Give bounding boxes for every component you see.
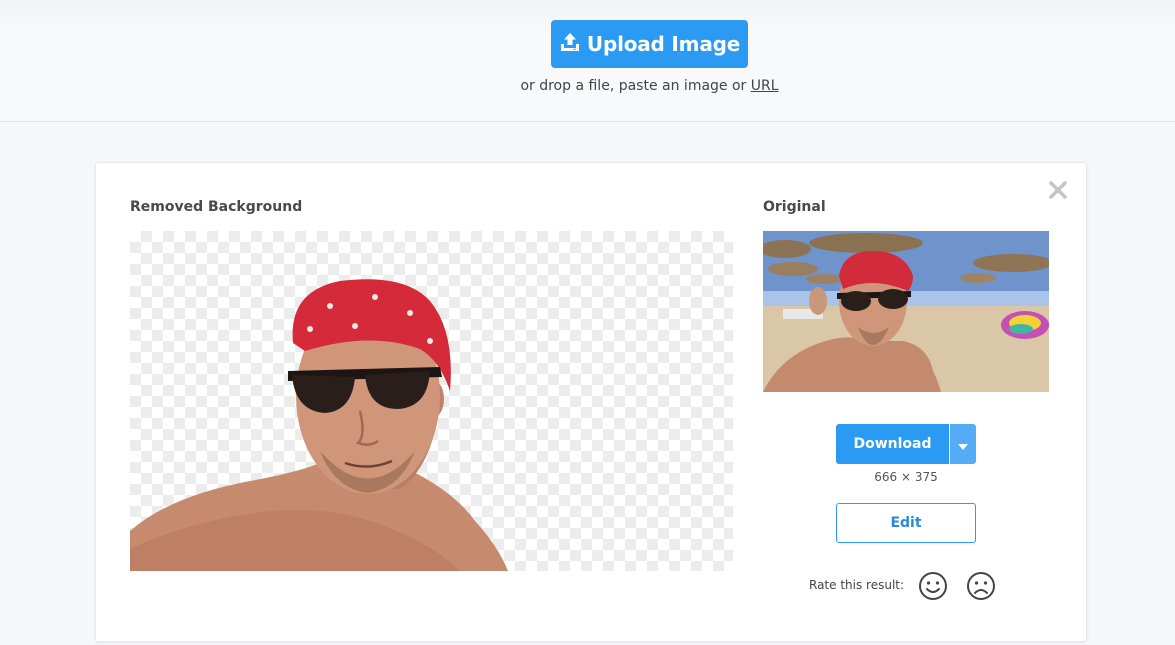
url-link[interactable]: URL: [751, 78, 779, 94]
removed-background-title: Removed Background: [130, 199, 303, 215]
close-icon[interactable]: [1047, 179, 1069, 201]
drop-instructions: or drop a file, paste an image or URL: [0, 78, 1175, 94]
edit-button[interactable]: Edit: [836, 503, 976, 543]
result-card: Removed Background Original Download 666…: [95, 162, 1087, 642]
upload-image-button[interactable]: Upload Image: [551, 20, 748, 68]
drop-text-prefix: or drop a file, paste an image or: [520, 78, 747, 94]
image-dimensions: 666 × 375: [874, 470, 938, 484]
upload-icon: [559, 31, 581, 57]
original-title: Original: [763, 199, 826, 215]
download-options-button[interactable]: [950, 424, 976, 464]
caret-down-icon: [958, 435, 968, 454]
upload-button-label: Upload Image: [586, 32, 741, 56]
original-image-thumbnail: [763, 231, 1049, 392]
download-button-group: Download: [836, 424, 976, 464]
download-button[interactable]: Download: [836, 424, 949, 464]
removed-background-image: [130, 231, 733, 571]
frown-icon[interactable]: [966, 571, 996, 601]
upload-header: Upload Image or drop a file, paste an im…: [0, 0, 1175, 122]
smile-icon[interactable]: [918, 571, 948, 601]
rate-label: Rate this result:: [809, 578, 905, 592]
